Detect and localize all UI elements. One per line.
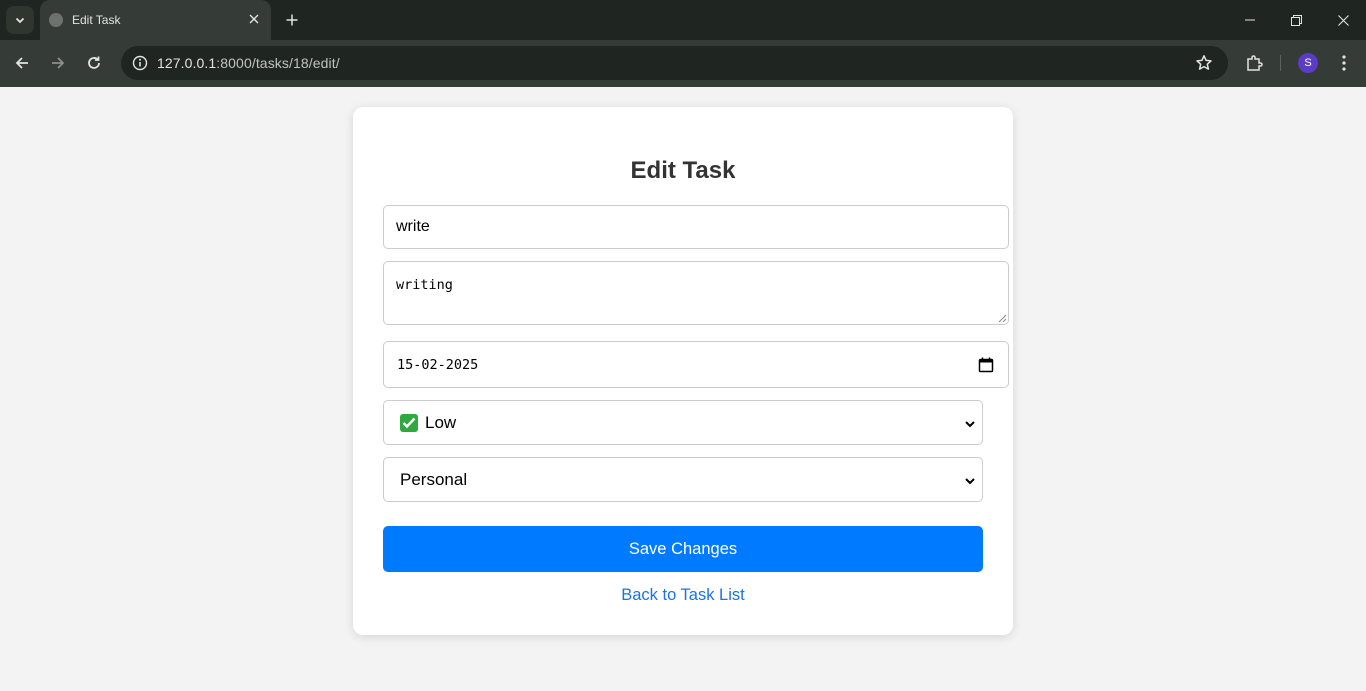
reload-icon [88,56,100,69]
due-date-input[interactable]: 15-02-2025 [383,341,1009,388]
forward-button[interactable] [45,50,71,76]
browser-tab-active[interactable]: Edit Task [40,0,271,40]
calendar-icon[interactable] [978,357,994,373]
site-info-icon[interactable] [126,49,154,77]
chevron-down-icon [15,17,25,24]
chevron-down-icon [965,421,975,428]
extensions-puzzle-icon[interactable] [1242,51,1266,75]
resize-handle-icon[interactable] [997,313,1007,323]
task-description-textarea[interactable]: writing [383,261,1009,325]
tab-search-button[interactable] [6,6,34,34]
address-bar[interactable]: 127.0.0.1:8000/tasks/18/edit/ [121,46,1228,80]
globe-icon [49,13,63,27]
due-date-value: 15-02-2025 [397,357,479,373]
task-description-value: writing [396,277,453,293]
profile-avatar[interactable]: S [1298,53,1318,73]
arrow-right-icon [52,57,65,69]
arrow-left-icon [15,57,28,69]
more-menu-icon[interactable] [1332,51,1356,75]
bookmark-star-icon[interactable] [1194,53,1214,73]
white-check-mark-icon [400,413,418,432]
priority-select[interactable]: Low [383,400,983,445]
tab-title: Edit Task [72,13,121,27]
category-select[interactable]: Personal [383,457,983,502]
close-window-button[interactable] [1320,0,1366,40]
back-button[interactable] [9,50,35,76]
plus-icon [286,14,298,26]
back-to-task-list-link[interactable]: Back to Task List [353,586,1013,605]
restore-button[interactable] [1273,0,1319,40]
minimize-icon [1245,19,1255,21]
priority-selected-value: Low [425,412,457,432]
save-changes-button[interactable]: Save Changes [383,526,983,572]
browser-toolbar: 127.0.0.1:8000/tasks/18/edit/ S [0,40,1366,87]
restore-icon [1290,14,1302,26]
url-text: 127.0.0.1:8000/tasks/18/edit/ [157,55,340,71]
task-title-value: write [396,218,430,235]
browser-tab-bar: Edit Task [0,0,1366,40]
page-title: Edit Task [630,157,736,184]
category-selected-value: Personal [400,469,468,489]
toolbar-divider [1280,55,1281,71]
task-title-input[interactable]: write [383,205,1009,249]
new-tab-button[interactable] [281,9,303,31]
chevron-down-icon [965,478,975,485]
close-icon [1337,14,1349,26]
edit-task-card: Edit Task write writing 15-02-2025 Low P… [353,107,1013,635]
tab-close-icon[interactable] [246,11,262,27]
minimize-button[interactable] [1227,0,1273,40]
reload-button[interactable] [81,50,107,76]
